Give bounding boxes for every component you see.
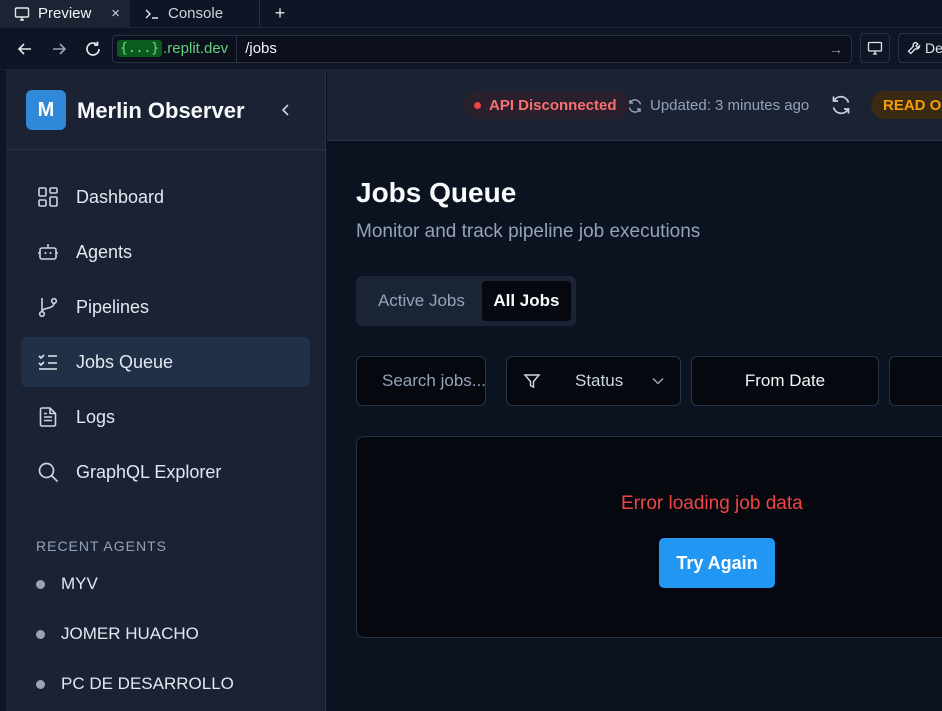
sidebar-item-label: Agents — [76, 241, 133, 262]
new-tab-button[interactable]: + — [260, 0, 300, 27]
sidebar-item-pipelines[interactable]: Pipelines — [21, 282, 310, 332]
sidebar-brand: M Merlin Observer — [6, 70, 325, 150]
browser-tab-bar: Preview × Console + — [0, 0, 942, 28]
sidebar: M Merlin Observer Dashboard Agents Pipel… — [6, 70, 326, 711]
last-updated: Updated: 3 minutes ago — [627, 97, 809, 114]
error-card: Error loading job data Try Again — [356, 436, 942, 638]
filter-icon — [523, 374, 541, 389]
tab-console-label: Console — [168, 5, 224, 22]
sidebar-item-graphql-explorer[interactable]: GraphQL Explorer — [21, 447, 310, 497]
refresh-icon — [832, 95, 850, 115]
sidebar-item-label: Jobs Queue — [76, 351, 174, 372]
recent-agents-heading: RECENT AGENTS — [36, 538, 167, 554]
main-content: Jobs Queue Monitor and track pipeline jo… — [327, 141, 942, 711]
monitor-icon — [14, 6, 30, 21]
sidebar-item-jobs-queue[interactable]: Jobs Queue — [21, 337, 310, 387]
sidebar-item-label: GraphQL Explorer — [76, 461, 222, 482]
sidebar-item-dashboard[interactable]: Dashboard — [21, 172, 310, 222]
agent-status-dot — [36, 629, 45, 639]
file-text-icon — [36, 405, 60, 429]
refresh-button[interactable] — [830, 94, 852, 116]
collapse-sidebar-button[interactable] — [276, 98, 296, 122]
read-only-badge: READ ON — [871, 91, 942, 119]
reload-button[interactable] — [76, 32, 110, 66]
tab-console[interactable]: Console — [130, 0, 260, 27]
updated-text: Updated: 3 minutes ago — [650, 97, 810, 114]
agent-status-dot — [36, 579, 45, 589]
jobs-tabs: Active Jobs All Jobs — [356, 276, 576, 326]
chevron-down-icon — [652, 377, 664, 385]
address-bar: {...} .replit.dev /jobs → De — [0, 28, 942, 70]
sync-icon — [628, 98, 642, 113]
from-date-picker[interactable]: From Date — [691, 356, 879, 406]
robot-icon — [36, 240, 60, 264]
sidebar-item-label: Logs — [76, 406, 116, 427]
sidebar-item-logs[interactable]: Logs — [21, 392, 310, 442]
app-header: API Disconnected Updated: 3 minutes ago … — [327, 70, 942, 141]
error-message: Error loading job data — [621, 493, 803, 514]
tab-all-jobs[interactable]: All Jobs — [481, 281, 571, 321]
api-status-text: API Disconnected — [489, 96, 617, 114]
tab-preview-label: Preview — [38, 5, 92, 22]
dashboard-grid-icon — [36, 185, 60, 209]
url-badge: {...} — [117, 40, 163, 57]
reload-icon — [86, 41, 100, 56]
recent-agent-item[interactable]: JOMER HUACHO — [36, 624, 199, 644]
recent-agent-item[interactable]: PC DE DESARROLLO — [36, 674, 234, 694]
sidebar-item-label: Dashboard — [76, 186, 165, 207]
arrow-left-icon — [17, 42, 31, 55]
terminal-icon — [145, 9, 158, 19]
tab-preview[interactable]: Preview × — [0, 0, 130, 27]
list-checks-icon — [36, 350, 60, 374]
url-field[interactable]: {...} .replit.dev /jobs → — [112, 34, 852, 63]
git-branch-icon — [36, 295, 60, 319]
arrow-right-icon — [53, 42, 67, 55]
search-input[interactable]: Search jobs... — [356, 356, 486, 406]
go-arrow-icon[interactable]: → — [829, 41, 843, 57]
device-preview-button[interactable] — [860, 33, 890, 63]
recent-agent-item[interactable]: MYV — [36, 574, 98, 594]
url-path: /jobs — [245, 40, 277, 57]
close-icon[interactable]: × — [111, 5, 120, 22]
sidebar-item-agents[interactable]: Agents — [21, 227, 310, 277]
monitor-icon — [867, 41, 883, 55]
to-date-picker[interactable] — [889, 356, 942, 406]
brand-name: Merlin Observer — [77, 98, 245, 123]
agent-status-dot — [36, 679, 45, 689]
search-placeholder: Search jobs... — [382, 371, 486, 390]
agent-name: MYV — [61, 574, 98, 593]
devtools-button[interactable]: De — [898, 33, 942, 63]
wrench-icon — [907, 41, 921, 55]
page-subtitle: Monitor and track pipeline job execution… — [356, 221, 701, 242]
chevron-left-icon — [281, 104, 289, 116]
status-dot — [474, 101, 481, 109]
agent-name: JOMER HUACHO — [61, 624, 199, 643]
url-host: {...} .replit.dev — [113, 35, 238, 62]
url-domain: .replit.dev — [163, 40, 229, 57]
agent-name: PC DE DESARROLLO — [61, 674, 234, 693]
page-title: Jobs Queue — [356, 177, 517, 208]
brand-logo: M — [26, 90, 66, 130]
search-icon — [36, 460, 60, 484]
back-button[interactable] — [8, 32, 42, 66]
status-filter-label: Status — [575, 371, 624, 390]
status-filter-select[interactable]: Status — [506, 356, 681, 406]
sidebar-item-label: Pipelines — [76, 296, 150, 317]
forward-button[interactable] — [42, 32, 76, 66]
tab-active-jobs[interactable]: Active Jobs — [361, 281, 482, 321]
api-status-badge: API Disconnected — [464, 91, 629, 119]
devtools-label: De — [925, 40, 942, 56]
try-again-button[interactable]: Try Again — [659, 538, 775, 588]
